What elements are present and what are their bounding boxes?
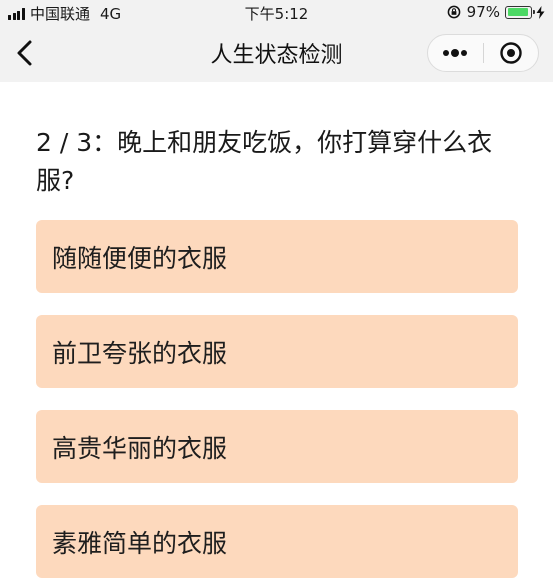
capsule-close-icon — [500, 42, 522, 64]
mini-program-page: 中国联通 4G 下午5:12 97% 人生状态检测 2 / 3：晚上和朋友吃饭，… — [0, 0, 553, 587]
battery-cap — [532, 10, 535, 14]
status-bar-right: 97% — [447, 3, 545, 21]
mini-program-capsule — [427, 34, 539, 72]
answer-option-label: 前卫夸张的衣服 — [52, 338, 228, 368]
back-button[interactable] — [10, 37, 42, 69]
more-dots-icon — [443, 49, 468, 57]
navigation-bar: 人生状态检测 — [0, 24, 553, 82]
rotation-lock-icon — [447, 5, 461, 19]
chevron-left-icon — [17, 40, 32, 66]
answer-option-3[interactable]: 高贵华丽的衣服 — [36, 410, 518, 483]
answer-option-4[interactable]: 素雅简单的衣服 — [36, 505, 518, 578]
answer-option-2[interactable]: 前卫夸张的衣服 — [36, 315, 518, 388]
status-bar: 中国联通 4G 下午5:12 97% — [0, 0, 553, 24]
more-button[interactable] — [428, 35, 483, 71]
question-text: 2 / 3：晚上和朋友吃饭，你打算穿什么衣服? — [36, 128, 493, 195]
answer-option-1[interactable]: 随随便便的衣服 — [36, 220, 518, 293]
battery-percent: 97% — [466, 3, 500, 21]
answer-option-label: 高贵华丽的衣服 — [52, 433, 228, 463]
close-button[interactable] — [483, 35, 538, 71]
battery-icon — [505, 5, 535, 19]
charging-icon — [536, 5, 545, 19]
answer-option-label: 素雅简单的衣服 — [52, 528, 228, 558]
battery-level-fill — [507, 8, 528, 16]
answer-option-label: 随随便便的衣服 — [52, 243, 228, 273]
answer-options: 随随便便的衣服 前卫夸张的衣服 高贵华丽的衣服 素雅简单的衣服 — [36, 220, 518, 587]
